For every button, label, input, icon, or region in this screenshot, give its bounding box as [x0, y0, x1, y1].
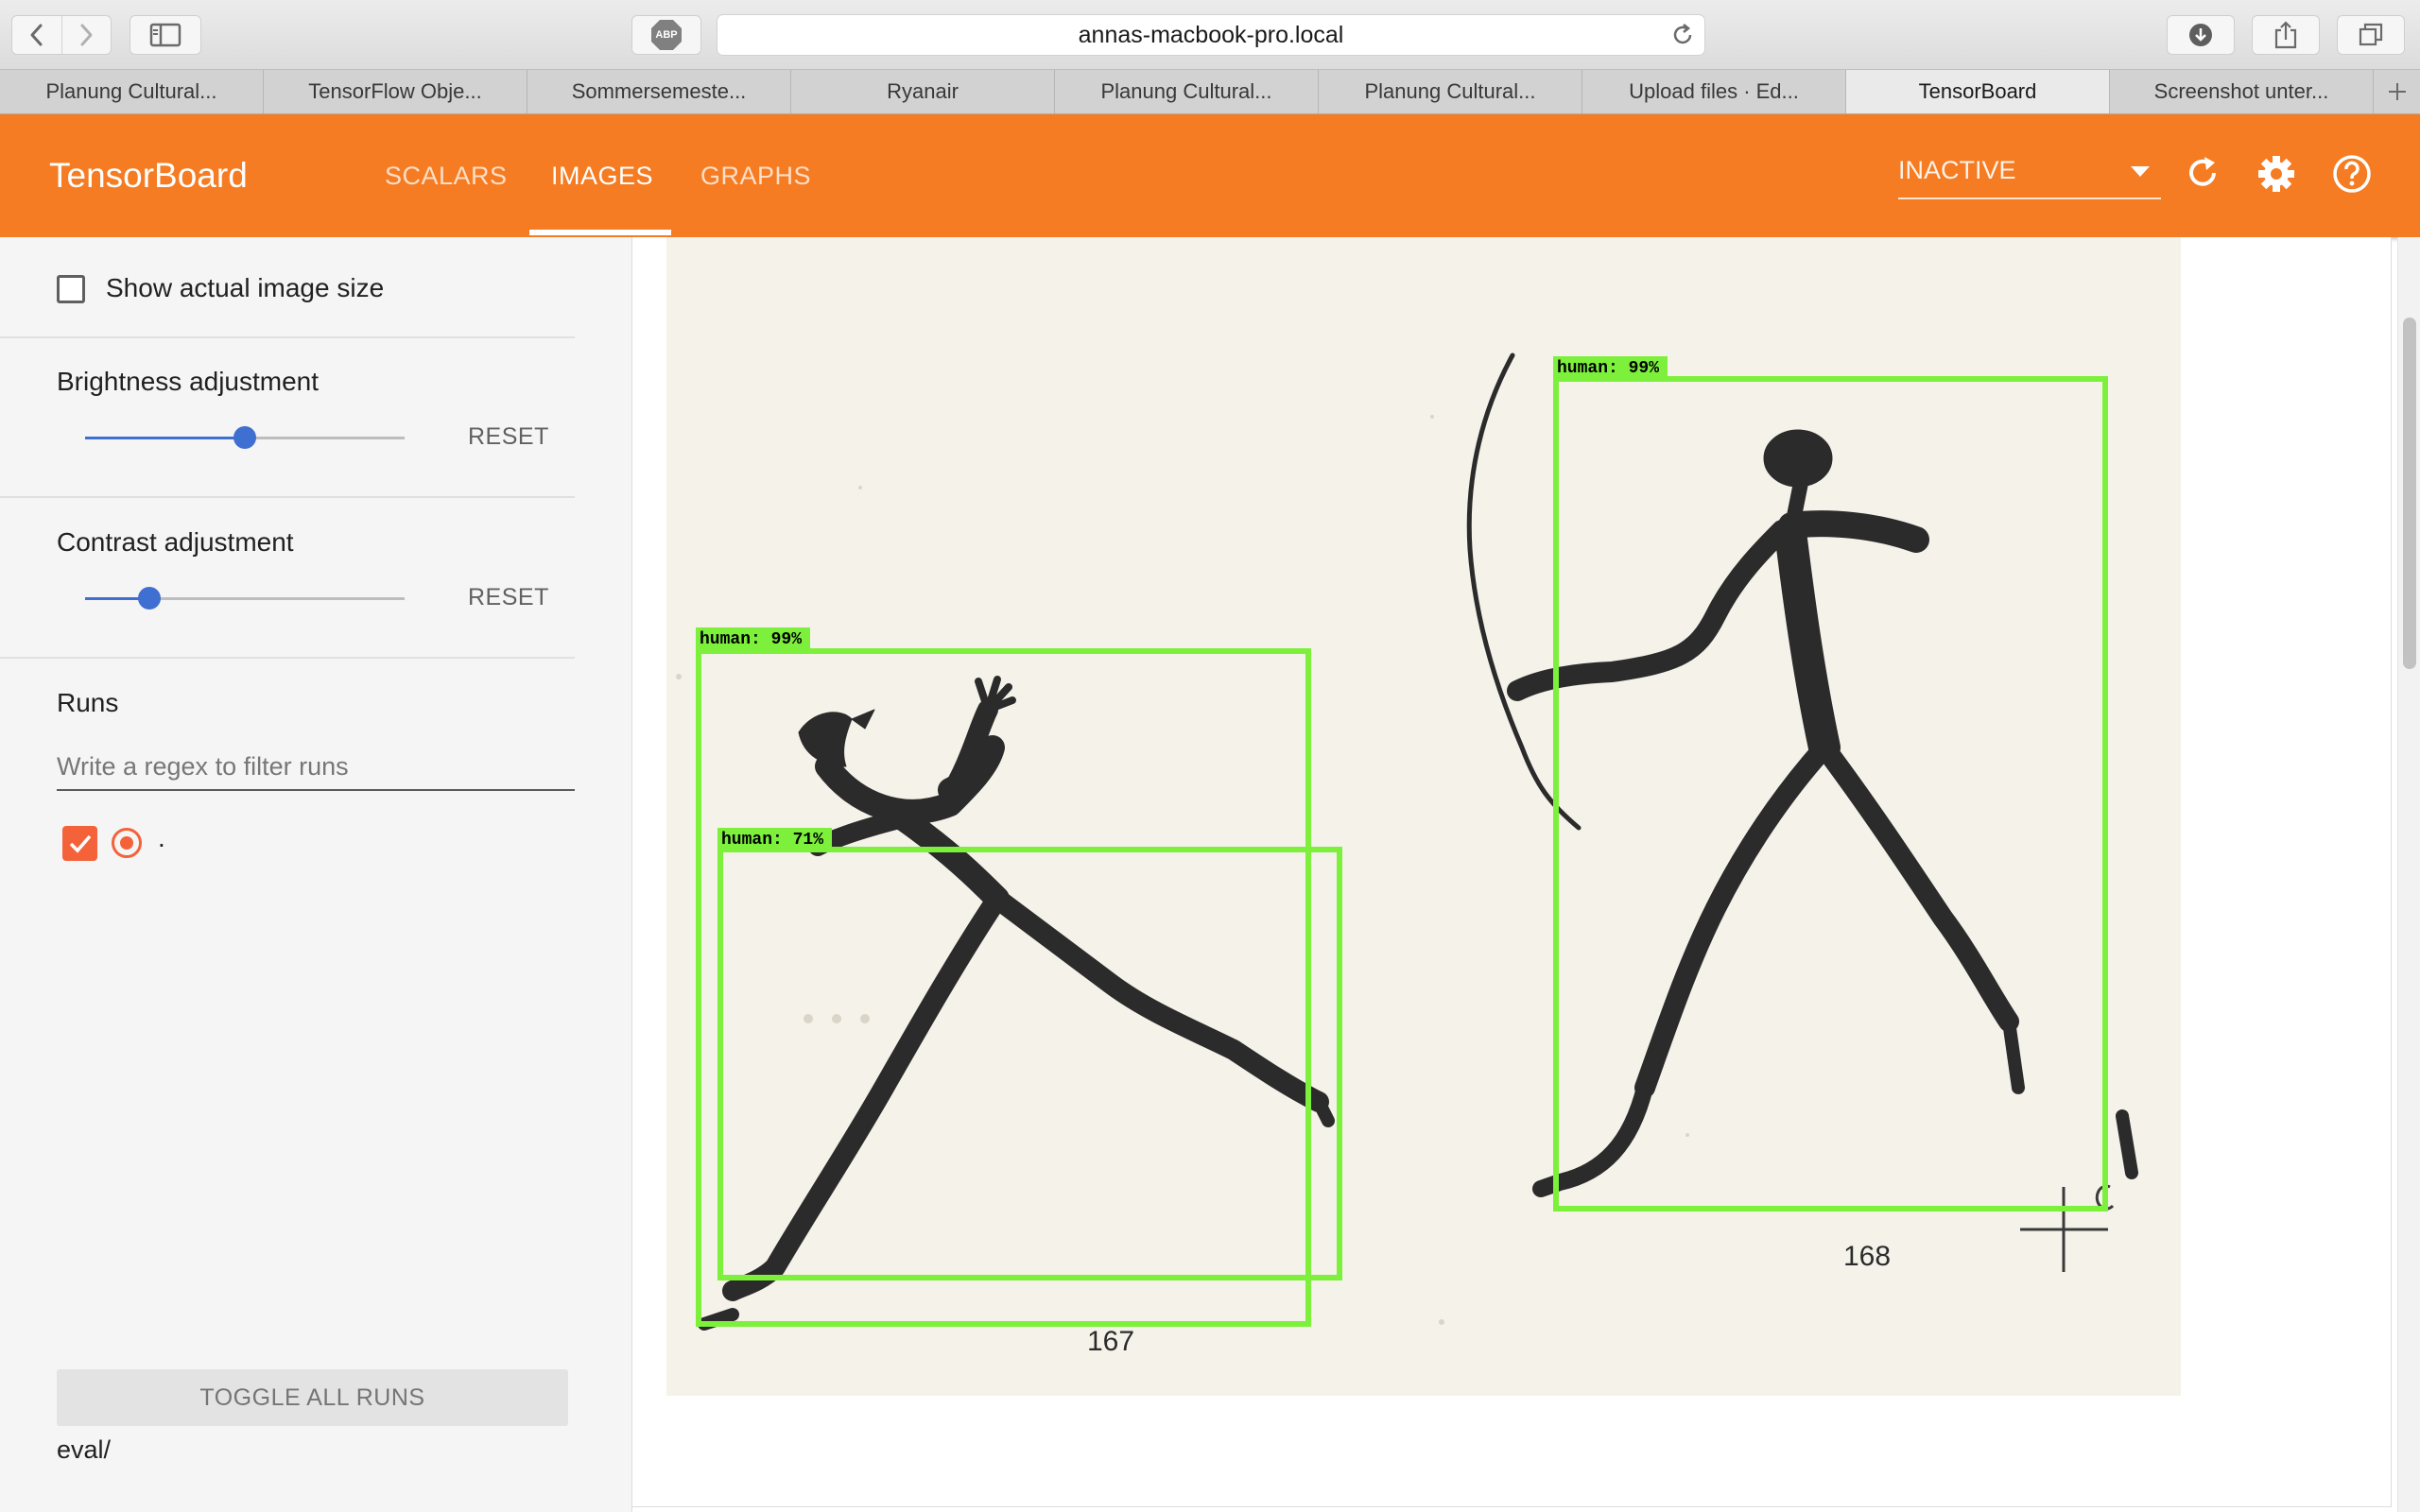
chevron-left-icon [30, 24, 43, 46]
sidebar: Show actual image size Brightness adjust… [0, 237, 632, 1512]
detection-label: human: 71% [721, 831, 823, 850]
active-tab-indicator [529, 230, 671, 235]
browser-tab[interactable]: Screenshot unter... [2110, 70, 2374, 113]
runs-title: Runs [57, 688, 119, 717]
show-actual-size-label: Show actual image size [106, 273, 385, 302]
contrast-slider-knob[interactable] [137, 587, 161, 610]
brightness-reset-button[interactable]: RESET [468, 423, 549, 451]
browser-tab[interactable]: Upload files · Ed... [1582, 70, 1846, 113]
forward-button[interactable] [60, 16, 112, 54]
share-button[interactable] [2252, 15, 2320, 55]
tab-images[interactable]: IMAGES [551, 114, 653, 237]
browser-tab[interactable]: Planung Cultural... [1319, 70, 1582, 113]
checkmark-icon [69, 834, 92, 853]
figure-number: 167 [1087, 1326, 1134, 1357]
refresh-icon[interactable] [2184, 154, 2221, 192]
browser-tab[interactable]: Planung Cultural... [1055, 70, 1319, 113]
tabs-icon [2359, 23, 2383, 46]
run-filter-input[interactable] [57, 744, 575, 791]
contrast-label: Contrast adjustment [57, 527, 294, 557]
downloads-button[interactable] [2167, 15, 2235, 55]
divider [0, 496, 575, 498]
brightness-slider[interactable] [85, 426, 405, 449]
detection-label: human: 99% [700, 630, 802, 649]
brightness-label: Brightness adjustment [57, 367, 320, 396]
divider [0, 657, 575, 659]
divider [0, 336, 575, 338]
gear-icon[interactable] [2256, 154, 2296, 194]
browser-toolbar: ABP annas-macbook-pro.local [0, 0, 2420, 69]
browser-tab[interactable]: TensorFlow Obje... [264, 70, 527, 113]
show-actual-size-checkbox[interactable] [57, 275, 85, 303]
browser-tab-bar: Planung Cultural... TensorFlow Obje... S… [0, 69, 2420, 114]
download-icon [2189, 24, 2212, 46]
toggle-all-runs-button[interactable]: TOGGLE ALL RUNS [57, 1369, 568, 1426]
sidebar-toggle-button[interactable] [130, 15, 201, 55]
chevron-right-icon [80, 24, 93, 46]
browser-tab[interactable]: Ryanair [791, 70, 1055, 113]
contrast-slider[interactable] [85, 587, 405, 610]
tab-scalars[interactable]: SCALARS [385, 114, 508, 237]
url-text: annas-macbook-pro.local [1078, 22, 1344, 48]
browser-tab-active[interactable]: TensorBoard [1846, 70, 2110, 113]
figure-number: 168 [1843, 1241, 1891, 1272]
run-state-dropdown[interactable]: INACTIVE [1898, 152, 2161, 199]
run-checkbox[interactable] [62, 826, 97, 861]
plus-icon [2388, 83, 2406, 100]
app-header: TensorBoard SCALARS IMAGES GRAPHS INACTI… [0, 114, 2420, 237]
sidebar-icon [149, 23, 182, 47]
help-icon[interactable] [2332, 154, 2372, 194]
tab-graphs[interactable]: GRAPHS [700, 114, 811, 237]
back-button[interactable] [12, 16, 61, 54]
new-tab-button[interactable] [2374, 70, 2420, 113]
run-path: eval/ [57, 1435, 112, 1464]
run-name: . [158, 823, 165, 852]
run-radio[interactable] [112, 828, 142, 858]
history-nav [11, 15, 112, 55]
page-scrollbar[interactable] [2397, 237, 2420, 1512]
radio-dot [120, 836, 133, 850]
reload-icon[interactable] [1670, 23, 1695, 47]
tab-overview-button[interactable] [2337, 15, 2405, 55]
contrast-reset-button[interactable]: RESET [468, 584, 549, 611]
scrollbar-thumb[interactable] [2403, 318, 2416, 669]
share-icon [2274, 21, 2297, 49]
brightness-slider-knob[interactable] [233, 426, 256, 449]
dropdown-arrow-icon [2131, 166, 2150, 177]
browser-tab[interactable]: Planung Cultural... [0, 70, 264, 113]
brightness-slider-fill [85, 437, 245, 439]
detection-image: 167 168 human: 99% human: 71% human: 99% [666, 237, 2181, 1396]
adblock-button[interactable]: ABP [631, 15, 701, 55]
detection-label: human: 99% [1557, 359, 1659, 378]
app-title: TensorBoard [49, 156, 248, 195]
adblock-label: ABP [655, 29, 678, 41]
browser-tab[interactable]: Sommersemeste... [527, 70, 791, 113]
run-state-value: INACTIVE [1898, 156, 2016, 184]
address-bar[interactable]: annas-macbook-pro.local [717, 14, 1705, 56]
